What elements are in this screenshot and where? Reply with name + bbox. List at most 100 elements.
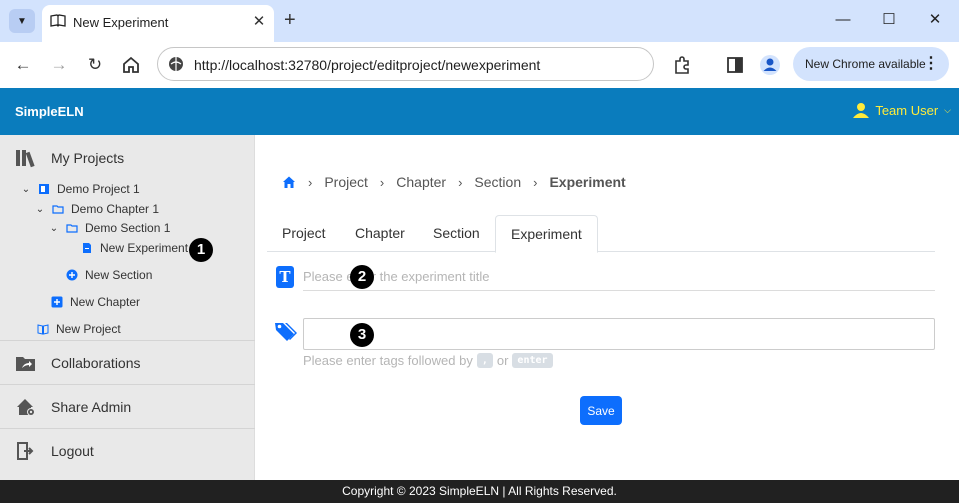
browser-tabstrip: ▼ New Experiment ✕ + — ☐ ✕: [0, 0, 959, 42]
new-project-label: New Project: [56, 322, 121, 336]
tab-bar: Project Chapter Section Experiment: [267, 215, 935, 253]
home-icon[interactable]: [282, 175, 296, 189]
tab-section[interactable]: Section: [418, 215, 495, 252]
enter-key: enter: [512, 353, 553, 368]
chevron-down-icon[interactable]: ⌄: [48, 223, 60, 234]
plus-circle-icon: [66, 269, 78, 281]
more-options-icon[interactable]: ⋮: [923, 53, 939, 73]
tab-search-button[interactable]: ▼: [9, 9, 35, 33]
chevron-right-icon: ›: [458, 174, 463, 190]
folder-icon: [52, 205, 64, 214]
tree-item-chapter[interactable]: ⌄ Demo Chapter 1: [34, 202, 159, 216]
user-icon: [853, 103, 870, 118]
forward-icon[interactable]: →: [48, 54, 70, 76]
new-chapter-button[interactable]: New Chapter: [51, 295, 140, 309]
new-chapter-label: New Chapter: [70, 295, 141, 309]
books-icon: [16, 150, 35, 168]
tab-chapter[interactable]: Chapter: [340, 215, 420, 252]
plus-square-icon: [51, 296, 63, 308]
chevron-down-icon[interactable]: ⌄: [20, 184, 32, 195]
footer: Copyright © 2023 SimpleELN | All Rights …: [0, 480, 959, 503]
tree-item-section[interactable]: ⌄ Demo Section 1: [48, 221, 171, 235]
text-icon: T: [276, 266, 294, 288]
chevron-right-icon: ›: [379, 174, 385, 190]
address-bar[interactable]: http://localhost:32780/project/editproje…: [157, 47, 654, 81]
open-book-icon: [37, 324, 49, 335]
callout-badge: 2: [350, 265, 374, 289]
save-button[interactable]: Save: [580, 396, 622, 425]
callout-badge: 1: [189, 238, 213, 262]
new-tab-icon[interactable]: +: [284, 9, 296, 31]
tree-item-experiment[interactable]: New Experiment: [81, 241, 188, 255]
sidebar-item-label: Share Admin: [51, 399, 132, 415]
site-info-icon[interactable]: [168, 56, 184, 72]
user-name: Team User: [875, 102, 939, 118]
tree-item-label: Demo Project 1: [57, 182, 140, 196]
house-gear-icon: [17, 399, 35, 416]
update-chrome-label: New Chrome available: [805, 57, 926, 71]
home-icon[interactable]: [120, 54, 142, 76]
tree-item-label: Demo Chapter 1: [71, 202, 160, 216]
minimize-icon[interactable]: —: [833, 10, 853, 30]
maximize-icon[interactable]: ☐: [879, 10, 899, 30]
user-menu[interactable]: Team User ⌵: [853, 102, 951, 118]
tree-item-label: Demo Section 1: [85, 221, 171, 235]
breadcrumb-section[interactable]: Section: [474, 174, 521, 190]
tree-item-project[interactable]: ⌄ Demo Project 1: [20, 182, 140, 196]
url-text: http://localhost:32780/project/editproje…: [194, 57, 541, 73]
sidebar-item-my-projects[interactable]: My Projects: [0, 147, 255, 169]
brand-name[interactable]: SimpleELN: [15, 104, 84, 119]
sidebar-divider: [0, 384, 255, 385]
sidebar-item-label: Logout: [51, 443, 94, 459]
side-panel-icon[interactable]: [724, 54, 746, 76]
breadcrumb-project[interactable]: Project: [324, 174, 368, 190]
chevron-down-icon: ⌵: [944, 104, 951, 115]
new-section-label: New Section: [85, 268, 153, 282]
sidebar-divider: [0, 428, 255, 429]
door-exit-icon: [17, 442, 34, 460]
shared-folder-icon: [16, 357, 35, 371]
close-tab-icon[interactable]: ✕: [250, 12, 268, 30]
book-icon: [50, 14, 66, 27]
sidebar-item-collaborations[interactable]: Collaborations: [0, 352, 255, 374]
app-header: SimpleELN Team User ⌵: [0, 88, 959, 135]
tab-project[interactable]: Project: [267, 215, 341, 252]
comma-key: ,: [476, 353, 493, 368]
tab-title: New Experiment: [73, 15, 169, 30]
folder-icon: [66, 224, 78, 233]
sidebar-item-share-admin[interactable]: Share Admin: [0, 396, 255, 418]
browser-toolbar: ← → ↻ http://localhost:32780/project/edi…: [0, 42, 959, 88]
new-section-button[interactable]: New Section: [66, 268, 152, 282]
breadcrumb: › Project › Chapter › Section › Experime…: [282, 174, 626, 190]
main-content: › Project › Chapter › Section › Experime…: [256, 135, 959, 480]
sidebar-item-label: Collaborations: [51, 355, 141, 371]
tags-icon: [275, 323, 297, 341]
tree-item-label: New Experiment: [100, 241, 189, 255]
chevron-down-icon[interactable]: ⌄: [34, 204, 46, 215]
tags-help-prefix: Please enter tags followed by: [303, 353, 473, 368]
callout-badge: 3: [350, 323, 374, 347]
chevron-right-icon: ›: [308, 174, 313, 190]
profile-icon[interactable]: [759, 54, 781, 76]
update-chrome-button[interactable]: New Chrome available ⋮: [793, 47, 949, 81]
chevron-right-icon: ›: [533, 174, 538, 190]
breadcrumb-experiment: Experiment: [549, 174, 626, 190]
tags-input[interactable]: [303, 318, 935, 350]
document-icon: [83, 243, 91, 253]
sidebar: My Projects ⌄ Demo Project 1 ⌄ Demo Chap…: [0, 135, 255, 480]
sidebar-item-label: My Projects: [51, 150, 125, 166]
breadcrumb-chapter[interactable]: Chapter: [396, 174, 446, 190]
new-project-button[interactable]: New Project: [37, 322, 121, 336]
extensions-icon[interactable]: [671, 54, 693, 76]
browser-tab[interactable]: New Experiment ✕: [42, 5, 274, 42]
back-icon[interactable]: ←: [12, 54, 34, 76]
reload-icon[interactable]: ↻: [84, 54, 106, 76]
tags-help-or: or: [496, 353, 509, 368]
chevron-down-icon: ▼: [17, 15, 27, 27]
tab-experiment[interactable]: Experiment: [495, 215, 598, 253]
tags-help-text: Please enter tags followed by , or enter: [303, 353, 553, 368]
sidebar-divider: [0, 340, 255, 341]
experiment-title-input[interactable]: [303, 263, 935, 291]
sidebar-item-logout[interactable]: Logout: [0, 440, 255, 462]
close-window-icon[interactable]: ✕: [925, 10, 945, 30]
